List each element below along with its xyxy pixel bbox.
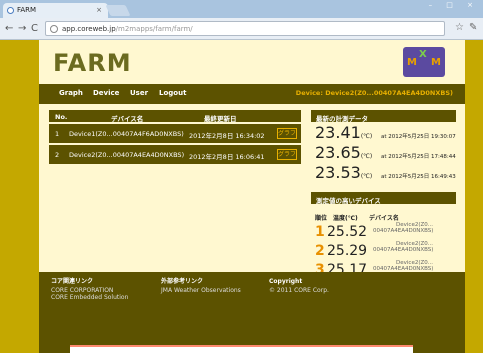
new-tab-button[interactable]	[105, 5, 131, 16]
tab-farm[interactable]: FARM ×	[3, 3, 108, 18]
copyright-text: © 2011 CORE Corp.	[269, 287, 329, 294]
wrench-icon[interactable]: ✎	[469, 22, 477, 33]
measurement-value: 23.41(℃)	[315, 123, 373, 142]
footer-link-core-corporation[interactable]: CORE CORPORATION	[51, 287, 128, 294]
site-logo[interactable]: FARM	[53, 49, 132, 77]
measurement-value: 23.53(℃)	[315, 163, 373, 182]
reload-icon[interactable]: C	[31, 23, 38, 34]
table-row: 1 Device1(Z0...00407A4F6AD0NXBS) 2012年2月…	[49, 124, 301, 143]
col-last-updated: 最終更新日	[204, 115, 237, 123]
tab-title: FARM	[17, 6, 37, 14]
rank-value: 25.29	[327, 243, 368, 259]
footer-link-embedded-solution[interactable]: CORE Embedded Solution	[51, 294, 128, 301]
tab-bar: FARM × – □ ×	[0, 0, 483, 18]
sidebar: 最新の計測データ 23.41(℃) at 2012年5月25日 19:30:07…	[311, 110, 456, 279]
nav-user[interactable]: User	[130, 89, 148, 97]
page-icon	[50, 25, 58, 33]
main-content: No. デバイス名 最終更新日 1 Device1(Z0...00407A4F6…	[39, 104, 465, 278]
col-device-name: デバイス名	[111, 115, 144, 123]
measurement-time: at 2012年5月25日 17:48:44	[381, 154, 456, 160]
rank-number: 1	[315, 224, 325, 240]
badge-letter-1: M	[407, 57, 417, 68]
footer-heading: コア関連リンク	[51, 278, 94, 285]
torn-paper-edge	[70, 345, 413, 355]
url-input[interactable]: app.coreweb.jp/m2mapps/farm/farm/	[45, 21, 445, 36]
url-host: app.coreweb.jp	[62, 25, 116, 33]
ranking-item: 2 25.29 Device2(Z0... 00407A4EA4D0NXBS)	[311, 241, 456, 260]
measurement-value: 23.65(℃)	[315, 143, 373, 162]
measurement-item: 23.53(℃) at 2012年5月25日 16:49:43	[311, 162, 456, 182]
footer-external-links: 外部参考リンク JMA Weather Observations	[161, 278, 241, 294]
footer-link-jma[interactable]: JMA Weather Observations	[161, 287, 241, 294]
favicon-icon	[7, 7, 14, 14]
rank-device: Device2(Z0... 00407A4EA4D0NXBS)	[373, 222, 434, 234]
temp-col: 温度(℃)	[333, 215, 358, 222]
col-no: No.	[55, 113, 68, 121]
mxm-badge-icon: M X M	[403, 47, 445, 77]
main-nav: Graph Device User Logout Device: Device2…	[39, 84, 465, 104]
rank-col: 順位	[315, 215, 328, 222]
footer-copyright: Copyright © 2011 CORE Corp.	[269, 278, 329, 294]
rank-device: Device2(Z0... 00407A4EA4D0NXBS)	[373, 241, 434, 253]
badge-letter-2: X	[419, 49, 427, 60]
graph-button[interactable]: グラフ	[277, 128, 297, 139]
device-col: デバイス名	[369, 215, 399, 222]
rank-number: 2	[315, 243, 325, 259]
footer-heading: Copyright	[269, 278, 303, 285]
measurement-time: at 2012年5月25日 19:30:07	[381, 134, 456, 140]
nav-device[interactable]: Device	[93, 89, 119, 97]
row-date: 2012年2月8日 16:34:02	[189, 132, 265, 140]
table-header: No. デバイス名 最終更新日	[49, 110, 301, 123]
nav-logout[interactable]: Logout	[159, 89, 186, 97]
row-no: 2	[55, 151, 60, 159]
site-header: FARM M X M	[39, 40, 465, 84]
graph-button[interactable]: グラフ	[277, 149, 297, 160]
row-device-name: Device1(Z0...00407A4F6AD0NXBS)	[69, 130, 184, 138]
device-table: No. デバイス名 最終更新日 1 Device1(Z0...00407A4F6…	[49, 110, 301, 164]
latest-data-title: 最新の計測データ	[311, 110, 456, 123]
table-row: 2 Device2(Z0...00407A4EA4D0NXBS) 2012年2月…	[49, 145, 301, 164]
badge-letter-3: M	[431, 57, 441, 68]
window-controls[interactable]: – □ ×	[429, 1, 479, 9]
measurement-time: at 2012年5月25日 16:49:43	[381, 174, 456, 180]
arrow-left-icon[interactable]: ←	[5, 23, 13, 34]
rank-device: Device2(Z0... 00407A4EA4D0NXBS)	[373, 260, 434, 272]
site-page: FARM M X M Graph Device User Logout Devi…	[39, 40, 465, 353]
address-bar-row: ← → C app.coreweb.jp/m2mapps/farm/farm/ …	[0, 18, 483, 40]
ranking-header: 順位 温度(℃) デバイス名	[311, 210, 456, 222]
row-no: 1	[55, 130, 60, 138]
nav-graph[interactable]: Graph	[59, 89, 83, 97]
star-icon[interactable]: ☆	[455, 22, 464, 33]
row-date: 2012年2月8日 16:06:41	[189, 153, 265, 161]
footer-core-links: コア関連リンク CORE CORPORATION CORE Embedded S…	[51, 278, 128, 301]
rank-value: 25.52	[327, 224, 368, 240]
url-path: /m2mapps/farm/farm/	[115, 25, 193, 33]
measurement-item: 23.65(℃) at 2012年5月25日 17:48:44	[311, 142, 456, 162]
footer-heading: 外部参考リンク	[161, 278, 204, 285]
close-tab-icon[interactable]: ×	[96, 6, 102, 14]
row-device-name: Device2(Z0...00407A4EA4D0NXBS)	[69, 151, 185, 159]
ranking-item: 1 25.52 Device2(Z0... 00407A4EA4D0NXBS)	[311, 222, 456, 241]
site-footer: コア関連リンク CORE CORPORATION CORE Embedded S…	[39, 272, 465, 353]
measurement-item: 23.41(℃) at 2012年5月25日 19:30:07	[311, 122, 456, 142]
current-device-label: Device: Device2(Z0...00407A4EA4D0NXBS)	[295, 89, 453, 97]
ranking-title: 測定値の高いデバイス	[311, 192, 456, 205]
arrow-right-icon[interactable]: →	[18, 23, 26, 34]
browser-window: FARM × – □ × ← → C app.coreweb.jp/m2mapp…	[0, 0, 483, 355]
